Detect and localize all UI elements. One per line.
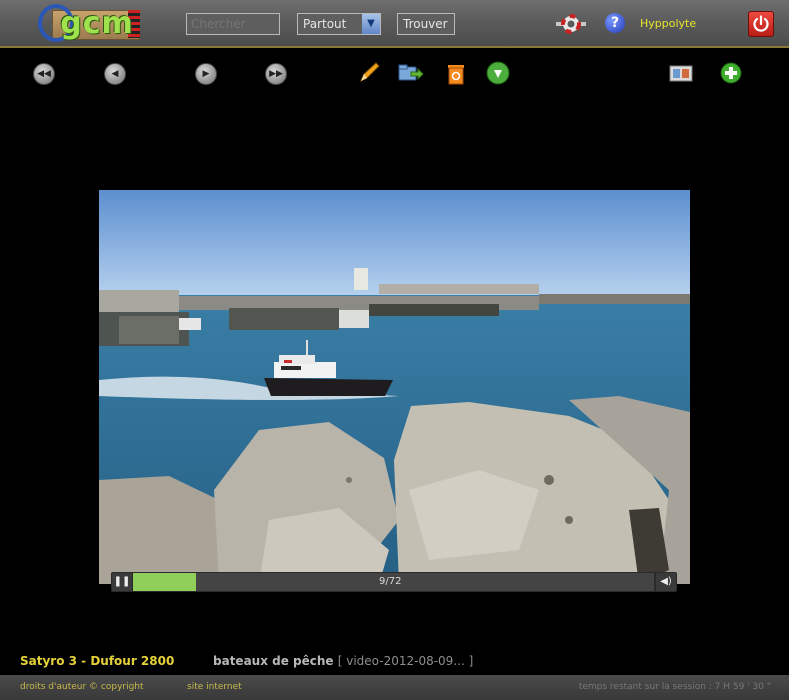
album-title[interactable]: Satyro 3 - Dufour 2800 <box>20 654 174 668</box>
previous-icon[interactable]: ◀ <box>104 63 126 85</box>
volume-icon[interactable]: ◀) <box>656 573 676 591</box>
chevron-down-icon[interactable]: ▼ <box>362 14 380 34</box>
media-description: bateaux de pêche [ video-2012-08-09... ] <box>213 654 473 668</box>
power-icon[interactable] <box>748 11 774 37</box>
search-input[interactable] <box>186 13 280 35</box>
gcm-logo[interactable]: gcm <box>38 4 140 42</box>
download-icon[interactable] <box>485 60 511 86</box>
slideshow-icon[interactable] <box>668 60 694 86</box>
scope-select-value: Partout <box>303 17 347 31</box>
copyright-link[interactable]: droits d'auteur © copyright <box>20 682 144 692</box>
website-link[interactable]: site internet <box>187 682 242 692</box>
media-viewer[interactable] <box>99 190 690 584</box>
play-icon[interactable]: ▶ <box>195 63 217 85</box>
find-button[interactable]: Trouver <box>397 13 455 35</box>
progress-fill <box>133 573 196 591</box>
pause-icon[interactable]: ❚❚ <box>112 573 132 591</box>
trash-icon[interactable] <box>443 60 469 86</box>
help-icon[interactable]: ? <box>605 13 625 33</box>
harbour-photo <box>99 190 690 584</box>
pencil-icon[interactable] <box>356 60 382 86</box>
media-title: bateaux de pêche <box>213 654 334 668</box>
time-readout: 9/72 <box>379 576 402 587</box>
lifebuoy-icon[interactable] <box>556 14 586 34</box>
scope-select[interactable]: Partout ▼ <box>297 13 381 35</box>
rewind-icon[interactable]: ◀◀ <box>33 63 55 85</box>
fast-forward-icon[interactable]: ▶▶ <box>265 63 287 85</box>
add-icon[interactable] <box>718 60 744 86</box>
session-timer: temps restant sur la session : 7 H 59 ' … <box>578 682 771 692</box>
media-filename: [ video-2012-08-09... ] <box>337 654 474 668</box>
logo-text: gcm <box>60 6 134 41</box>
username-link[interactable]: Hyppolyte <box>640 17 696 30</box>
player-controls: ❚❚ 9/72 ◀) <box>111 572 677 592</box>
top-bar: gcm Partout ▼ Trouver ? Hyppolyte <box>0 0 789 48</box>
footer: droits d'auteur © copyright site interne… <box>0 675 789 700</box>
move-folder-icon[interactable] <box>398 60 424 86</box>
